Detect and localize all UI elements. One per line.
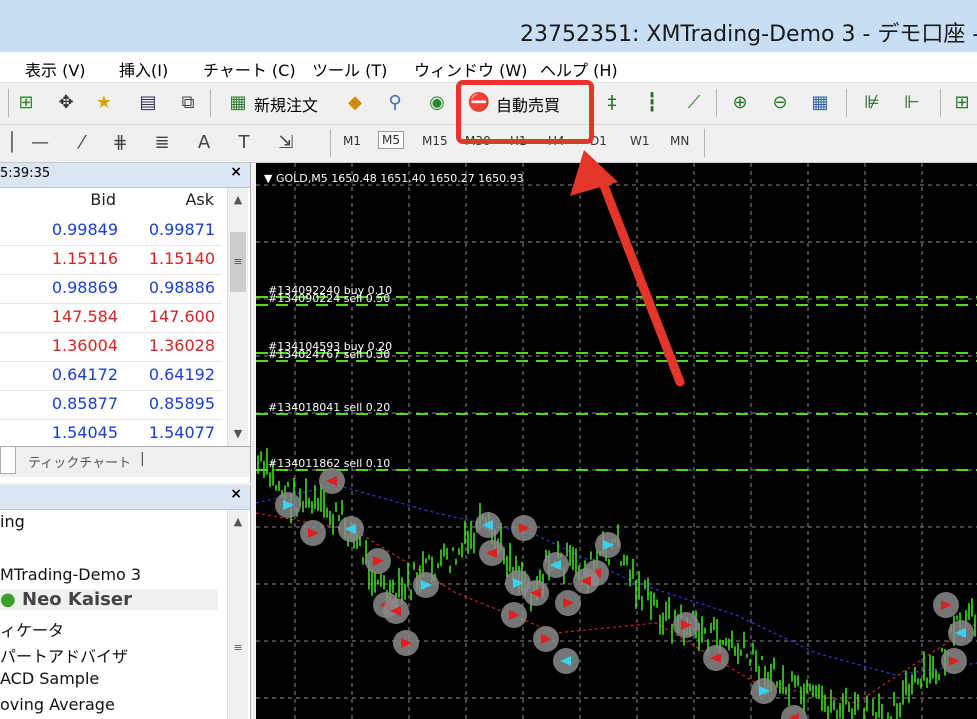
annotation-arrow: [593, 165, 685, 387]
annotation-overlay: [570, 150, 685, 387]
annotation-arrowhead: [570, 150, 618, 196]
